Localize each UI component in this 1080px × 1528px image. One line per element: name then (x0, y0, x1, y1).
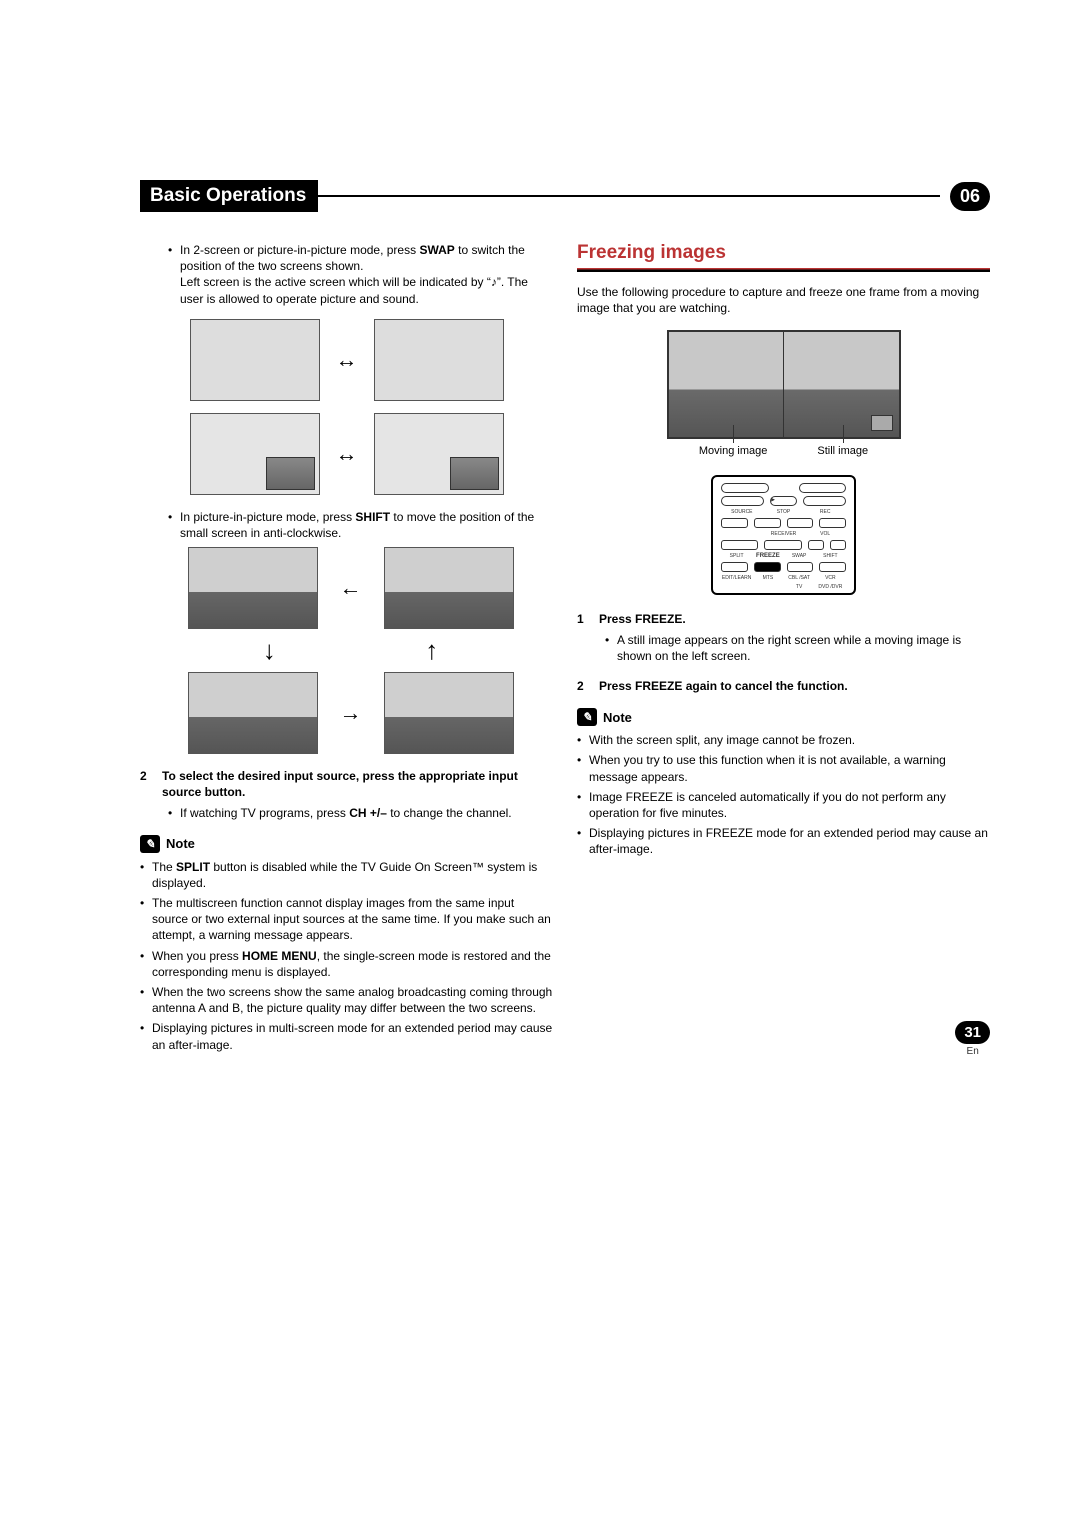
down-arrow-icon: ↓ (263, 635, 276, 666)
step-number: 2 (577, 678, 599, 694)
note-label: Note (603, 710, 632, 725)
label-moving: Moving image (699, 445, 767, 457)
left-column: • In 2-screen or picture-in-picture mode… (140, 242, 553, 1057)
note-list-right: •With the screen split, any image cannot… (577, 732, 990, 857)
swap-keyword: SWAP (419, 243, 454, 257)
note-heading: ✎ Note (577, 708, 990, 726)
remote-figure: ▶ SOURCESTOPREC RECEIVERVOL SPLITFREEZES… (577, 475, 990, 595)
note-list-left: •The SPLIT button is disabled while the … (140, 859, 553, 1053)
page-footer: 31 En (955, 1021, 990, 1057)
section-rule (577, 268, 990, 272)
section-intro: Use the following procedure to capture a… (577, 284, 990, 316)
left-arrow-icon: ← (340, 575, 362, 601)
freeze-step-1-sub: • A still image appears on the right scr… (605, 632, 990, 664)
shift-figure-grid: ← ↓ ↑ → (140, 547, 553, 754)
shift-keyword: SHIFT (355, 510, 390, 524)
note-label: Note (166, 836, 195, 851)
step-text: To select the desired input source, pres… (162, 768, 553, 800)
step-text: Press FREEZE again to cancel the functio… (599, 678, 990, 694)
chapter-number: 06 (950, 182, 990, 211)
ch-keyword: CH +/– (349, 806, 387, 820)
swap-figure-2: ↔ (140, 413, 553, 495)
step-2-row: 2 To select the desired input source, pr… (140, 768, 553, 800)
step-number: 1 (577, 611, 599, 627)
up-arrow-icon: ↑ (425, 635, 438, 666)
swap-figure-1: ↔ (140, 319, 553, 401)
page-lang: En (955, 1046, 990, 1057)
note-icon: ✎ (140, 835, 160, 853)
right-arrow-icon: → (340, 700, 362, 726)
text: If watching TV programs, press (180, 806, 349, 820)
chapter-title: Basic Operations (140, 180, 318, 212)
swap-arrow-icon: ↔ (336, 441, 358, 467)
swap-instruction: • In 2-screen or picture-in-picture mode… (168, 242, 553, 307)
text: In picture-in-picture mode, press (180, 510, 355, 524)
text: Left screen is the active screen which w… (180, 275, 491, 289)
section-title: Freezing images (577, 242, 990, 264)
right-column: Freezing images Use the following proced… (577, 242, 990, 1057)
step-text: Press FREEZE. (599, 611, 990, 627)
freeze-figure (577, 330, 990, 439)
text: to change the channel. (387, 806, 512, 820)
text: In 2-screen or picture-in-picture mode, … (180, 243, 419, 257)
note-heading: ✎ Note (140, 835, 553, 853)
chapter-header: Basic Operations 06 (140, 180, 990, 212)
swap-arrow-icon: ↔ (336, 347, 358, 373)
step-number: 2 (140, 768, 162, 800)
step-2-sub: • If watching TV programs, press CH +/– … (168, 805, 553, 821)
shift-instruction: • In picture-in-picture mode, press SHIF… (168, 509, 553, 541)
freeze-labels: Moving image Still image (577, 445, 990, 457)
header-rule (318, 195, 940, 197)
note-icon: ✎ (577, 708, 597, 726)
label-still: Still image (817, 445, 868, 457)
freeze-step-2: 2 Press FREEZE again to cancel the funct… (577, 678, 990, 694)
freeze-step-1: 1 Press FREEZE. (577, 611, 990, 627)
page-number: 31 (955, 1021, 990, 1044)
